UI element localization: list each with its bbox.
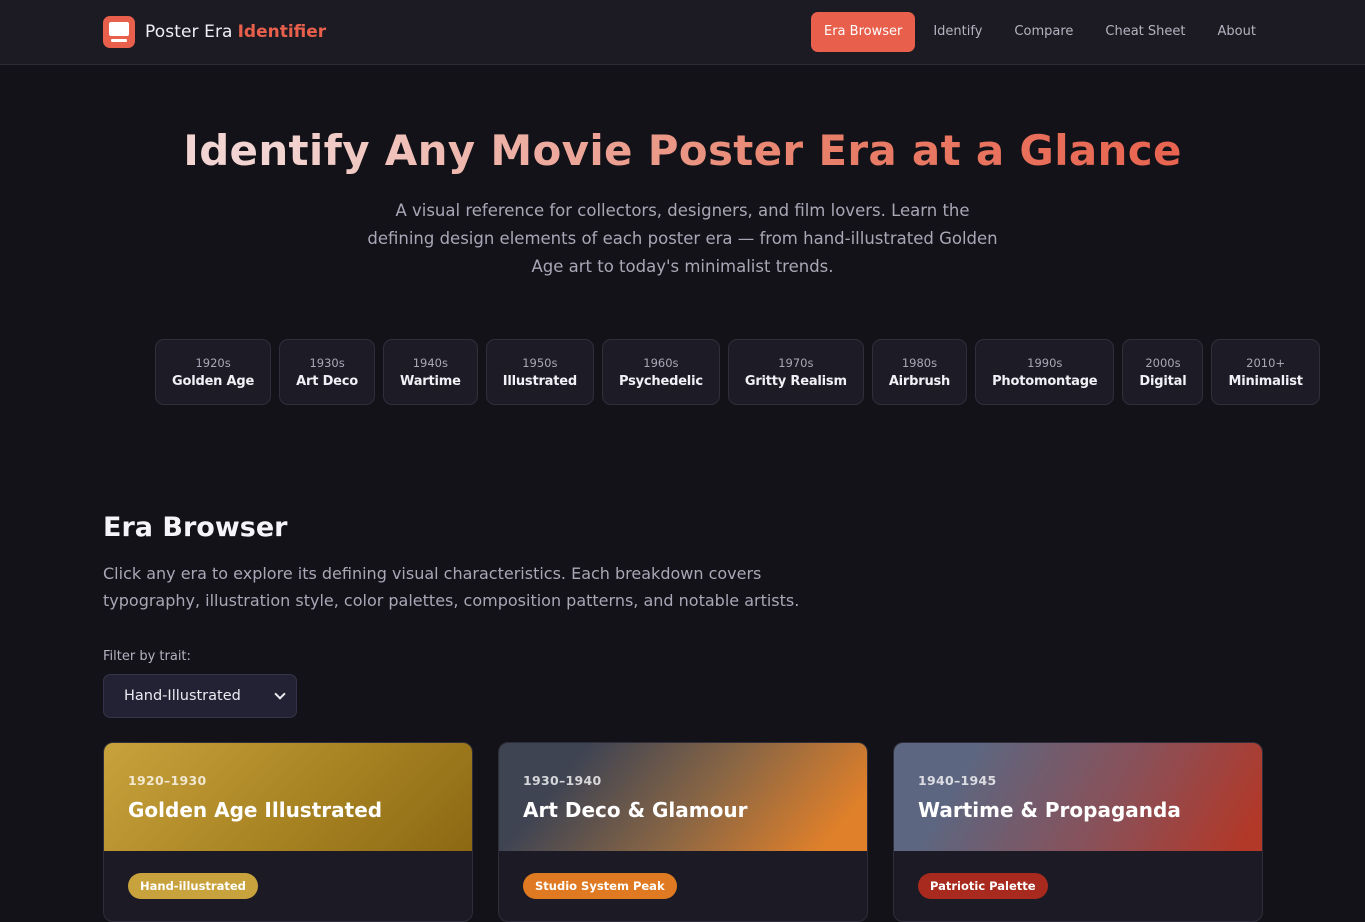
brand-accent: Identifier bbox=[237, 22, 327, 42]
era-chip-name: Minimalist bbox=[1228, 373, 1303, 389]
card-body: Patriotic Palette bbox=[894, 851, 1262, 899]
era-chip-name: Digital bbox=[1139, 373, 1187, 389]
era-chip-name: Wartime bbox=[400, 373, 461, 389]
monitor-icon bbox=[103, 16, 135, 48]
brand-link[interactable]: Poster Era Identifier bbox=[103, 16, 326, 48]
nav-about[interactable]: About bbox=[1202, 12, 1272, 52]
era-chip-year: 1940s bbox=[412, 355, 448, 370]
chevron-down-icon bbox=[274, 688, 286, 700]
trait-badge: Patriotic Palette bbox=[918, 873, 1048, 899]
era-card-golden-age[interactable]: 1920–1930 Golden Age Illustrated Hand-il… bbox=[103, 742, 473, 922]
era-chip-year: 1920s bbox=[195, 355, 231, 370]
card-header: 1930–1940 Art Deco & Glamour bbox=[499, 743, 867, 851]
era-chip-name: Psychedelic bbox=[619, 373, 703, 389]
card-years: 1930–1940 bbox=[523, 773, 602, 788]
section-title: Era Browser bbox=[103, 512, 288, 543]
card-body: Studio System Peak bbox=[499, 851, 867, 899]
trait-badge: Studio System Peak bbox=[523, 873, 677, 899]
era-chip-year: 1960s bbox=[643, 355, 679, 370]
era-chip-1930s[interactable]: 1930s Art Deco bbox=[279, 339, 376, 405]
era-chip-name: Gritty Realism bbox=[744, 373, 847, 389]
era-chip-row: 1920s Golden Age 1930s Art Deco 1940s Wa… bbox=[155, 339, 1320, 405]
card-years: 1920–1930 bbox=[128, 773, 207, 788]
card-years: 1940–1945 bbox=[918, 773, 997, 788]
card-title: Art Deco & Glamour bbox=[523, 798, 748, 822]
era-card-wartime[interactable]: 1940–1945 Wartime & Propaganda Patriotic… bbox=[893, 742, 1263, 922]
era-chip-year: 2000s bbox=[1145, 355, 1181, 370]
hero-subtitle: A visual reference for collectors, desig… bbox=[367, 201, 998, 276]
era-card-art-deco[interactable]: 1930–1940 Art Deco & Glamour Studio Syst… bbox=[498, 742, 868, 922]
era-chip-year: 1930s bbox=[309, 355, 345, 370]
nav-identify[interactable]: Identify bbox=[917, 12, 998, 52]
era-chip-name: Airbrush bbox=[888, 373, 951, 389]
era-chip-year: 1980s bbox=[901, 355, 938, 370]
era-chip-2010s[interactable]: 2010+ Minimalist bbox=[1211, 339, 1320, 405]
era-chip-name: Art Deco bbox=[296, 373, 359, 389]
era-chip-1990s[interactable]: 1990s Photomontage bbox=[975, 339, 1115, 405]
nav-era-browser[interactable]: Era Browser bbox=[811, 12, 916, 52]
era-chip-1960s[interactable]: 1960s Psychedelic bbox=[602, 339, 720, 405]
era-chip-1980s[interactable]: 1980s Airbrush bbox=[871, 339, 968, 405]
era-chip-name: Illustrated bbox=[502, 373, 577, 389]
trait-badge: Hand-illustrated bbox=[128, 873, 258, 899]
era-chip-name: Photomontage bbox=[992, 373, 1098, 389]
section-description: Click any era to explore its defining vi… bbox=[103, 564, 800, 610]
card-header: 1920–1930 Golden Age Illustrated bbox=[104, 743, 472, 851]
era-chip-1940s[interactable]: 1940s Wartime bbox=[383, 339, 478, 405]
era-chip-year: 1970s bbox=[778, 355, 814, 370]
card-body: Hand-illustrated bbox=[104, 851, 472, 899]
card-title: Wartime & Propaganda bbox=[918, 798, 1181, 822]
hero-title: Identify Any Movie Poster Era at a Glanc… bbox=[0, 126, 1365, 175]
card-header: 1940–1945 Wartime & Propaganda bbox=[894, 743, 1262, 851]
era-chip-name: Golden Age bbox=[172, 373, 255, 389]
top-navbar: Poster Era Identifier Era Browser Identi… bbox=[0, 0, 1365, 65]
filter-selected-value: Hand-Illustrated bbox=[124, 688, 241, 704]
era-chip-year: 2010+ bbox=[1246, 355, 1286, 370]
brand-name: Poster Era bbox=[145, 22, 233, 42]
era-card-grid: 1920–1930 Golden Age Illustrated Hand-il… bbox=[103, 742, 1263, 922]
nav-cheat-sheet[interactable]: Cheat Sheet bbox=[1089, 12, 1201, 52]
era-chip-1920s[interactable]: 1920s Golden Age bbox=[155, 339, 272, 405]
card-title: Golden Age Illustrated bbox=[128, 798, 383, 822]
era-chip-year: 1950s bbox=[522, 355, 558, 370]
era-chip-2000s[interactable]: 2000s Digital bbox=[1122, 339, 1204, 405]
era-chip-1950s[interactable]: 1950s Illustrated bbox=[485, 339, 594, 405]
trait-filter-select[interactable]: Hand-Illustrated bbox=[103, 674, 297, 718]
era-chip-year: 1990s bbox=[1027, 355, 1063, 370]
nav-compare[interactable]: Compare bbox=[998, 12, 1089, 52]
era-chip-1970s[interactable]: 1970s Gritty Realism bbox=[727, 339, 864, 405]
nav-links: Era Browser Identify Compare Cheat Sheet… bbox=[811, 12, 1272, 52]
filter-label: Filter by trait: bbox=[103, 649, 191, 664]
